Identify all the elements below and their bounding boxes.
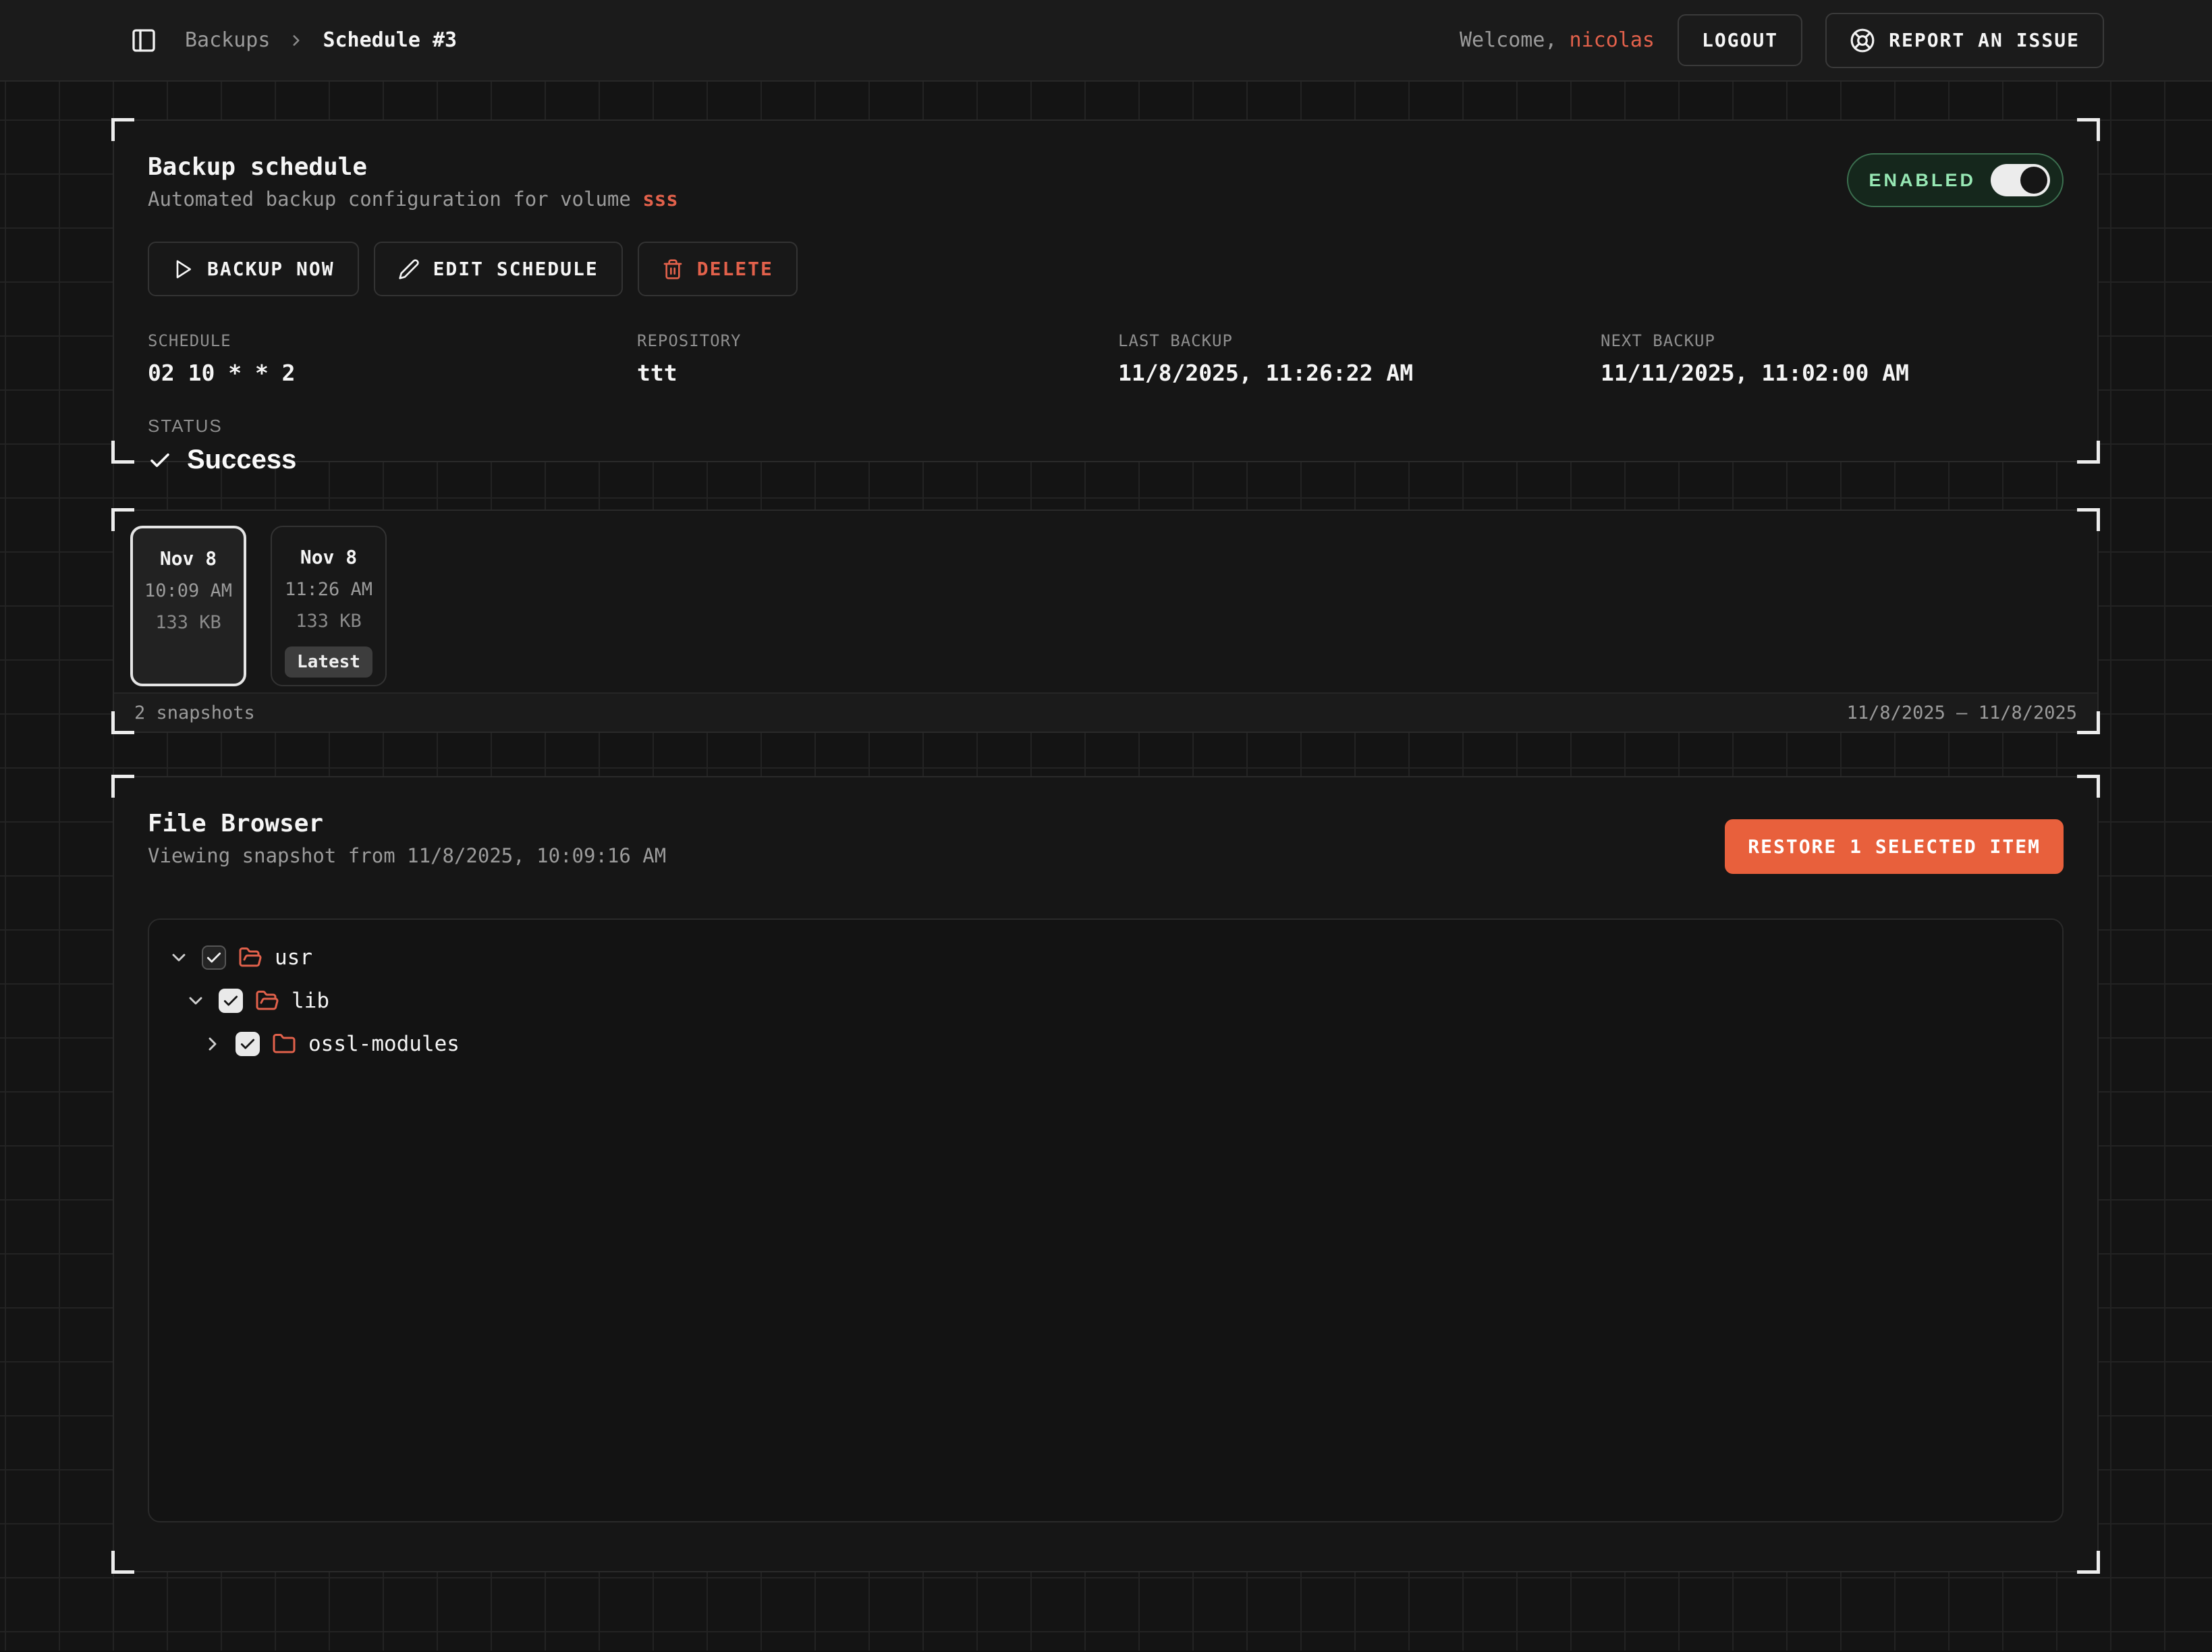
restore-selected-button[interactable]: RESTORE 1 SELECTED ITEM — [1725, 819, 2064, 874]
corner-bracket — [111, 1551, 134, 1574]
tree-label: usr — [275, 945, 312, 970]
backup-now-label: BACKUP NOW — [207, 258, 335, 280]
corner-bracket — [2077, 1551, 2100, 1574]
folder-open-icon — [238, 945, 262, 970]
checkbox-usr[interactable] — [202, 945, 226, 970]
field-label: SCHEDULE — [148, 331, 637, 350]
snapshots-footer: 2 snapshots 11/8/2025 – 11/8/2025 — [114, 692, 2097, 732]
snapshot-list: Nov 8 10:09 AM 133 KB Nov 8 11:26 AM 133… — [114, 511, 2097, 701]
snapshot-size: 133 KB — [155, 612, 221, 633]
tree-label: lib — [292, 989, 329, 1013]
snapshot-time: 10:09 AM — [144, 580, 232, 601]
corner-bracket — [2077, 775, 2100, 798]
schedule-actions: BACKUP NOW EDIT SCHEDULE DELETE — [148, 242, 2064, 296]
snapshots-section: Nov 8 10:09 AM 133 KB Nov 8 11:26 AM 133… — [113, 510, 2099, 733]
report-issue-button[interactable]: REPORT AN ISSUE — [1825, 13, 2104, 68]
logout-button[interactable]: LOGOUT — [1678, 14, 1802, 66]
tree-label: ossl-modules — [308, 1032, 460, 1056]
welcome-text: Welcome, nicolas — [1460, 28, 1655, 52]
snapshot-size: 133 KB — [296, 611, 362, 632]
panel-left-icon — [130, 27, 157, 54]
folder-icon — [272, 1032, 296, 1056]
field-schedule: SCHEDULE 02 10 * * 2 — [148, 331, 637, 386]
snapshot-date: Nov 8 — [160, 547, 217, 570]
corner-bracket — [111, 775, 134, 798]
folder-open-icon — [255, 989, 279, 1013]
backup-now-button[interactable]: BACKUP NOW — [148, 242, 359, 296]
pencil-icon — [398, 258, 420, 280]
checkbox-lib[interactable] — [219, 989, 243, 1013]
sidebar-toggle-button[interactable] — [128, 25, 159, 56]
status-label: STATUS — [148, 416, 2064, 437]
field-label: LAST BACKUP — [1118, 331, 1601, 350]
file-browser-title: File Browser — [148, 810, 666, 837]
edit-schedule-button[interactable]: EDIT SCHEDULE — [374, 242, 623, 296]
snapshot-time: 11:26 AM — [285, 579, 372, 600]
breadcrumb-current-page: Schedule #3 — [323, 28, 457, 52]
card-subtitle: Automated backup configuration for volum… — [148, 188, 2064, 211]
logout-label: LOGOUT — [1702, 29, 1778, 51]
breadcrumb: Backups Schedule #3 — [185, 28, 457, 52]
toggle-knob — [2020, 167, 2047, 194]
file-browser-card: File Browser Viewing snapshot from 11/8/… — [113, 776, 2099, 1572]
field-next-backup: NEXT BACKUP 11/11/2025, 11:02:00 AM — [1601, 331, 2064, 386]
card-title: Backup schedule — [148, 153, 2064, 181]
report-issue-label: REPORT AN ISSUE — [1889, 29, 2080, 51]
trash-icon — [662, 258, 684, 280]
main-content: Backup schedule Automated backup configu… — [0, 82, 2212, 1651]
lifebuoy-icon — [1850, 28, 1875, 53]
enabled-toggle[interactable] — [1991, 164, 2050, 196]
status-value: Success — [148, 445, 2064, 475]
tree-row-lib[interactable]: lib — [168, 979, 2043, 1022]
tree-row-usr[interactable]: usr — [168, 936, 2043, 979]
corner-bracket — [2077, 441, 2100, 464]
field-value: 02 10 * * 2 — [148, 360, 637, 386]
chevron-down-icon[interactable] — [185, 990, 206, 1012]
field-label: NEXT BACKUP — [1601, 331, 2064, 350]
delete-button[interactable]: DELETE — [638, 242, 798, 296]
tree-row-ossl-modules[interactable]: ossl-modules — [168, 1022, 2043, 1066]
file-browser-subtitle: Viewing snapshot from 11/8/2025, 10:09:1… — [148, 844, 666, 867]
corner-bracket — [111, 441, 134, 464]
corner-bracket — [111, 118, 134, 141]
snapshot-count: 2 snapshots — [134, 703, 255, 723]
enabled-label: ENABLED — [1869, 170, 1976, 191]
corner-bracket — [2077, 118, 2100, 141]
file-tree-panel: usr lib — [148, 918, 2064, 1522]
corner-bracket — [2077, 711, 2100, 734]
enabled-pill: ENABLED — [1847, 153, 2064, 207]
field-value: 11/8/2025, 11:26:22 AM — [1118, 360, 1601, 386]
delete-label: DELETE — [697, 258, 773, 280]
backup-schedule-card: Backup schedule Automated backup configu… — [113, 119, 2099, 462]
play-icon — [172, 258, 194, 280]
field-repository: REPOSITORY ttt — [637, 331, 1118, 386]
volume-name: sss — [642, 188, 678, 211]
corner-bracket — [2077, 508, 2100, 531]
snapshot-card[interactable]: Nov 8 11:26 AM 133 KB Latest — [271, 526, 387, 686]
snapshot-card-selected[interactable]: Nov 8 10:09 AM 133 KB — [130, 526, 246, 686]
latest-badge: Latest — [285, 646, 372, 678]
snapshot-date-range: 11/8/2025 – 11/8/2025 — [1847, 703, 2077, 723]
edit-schedule-label: EDIT SCHEDULE — [433, 258, 599, 280]
field-last-backup: LAST BACKUP 11/8/2025, 11:26:22 AM — [1118, 331, 1601, 386]
status-block: STATUS Success — [148, 416, 2064, 475]
username: nicolas — [1570, 28, 1655, 52]
field-label: REPOSITORY — [637, 331, 1118, 350]
chevron-right-icon — [287, 32, 305, 49]
chevron-right-icon[interactable] — [202, 1033, 223, 1055]
corner-bracket — [111, 711, 134, 734]
corner-bracket — [111, 508, 134, 531]
schedule-fields: SCHEDULE 02 10 * * 2 REPOSITORY ttt LAST… — [148, 331, 2064, 386]
breadcrumb-backups[interactable]: Backups — [185, 28, 270, 52]
top-bar: Backups Schedule #3 Welcome, nicolas LOG… — [0, 0, 2212, 82]
snapshot-date: Nov 8 — [300, 546, 357, 568]
checkbox-ossl-modules[interactable] — [236, 1032, 260, 1056]
field-value: ttt — [637, 360, 1118, 386]
check-icon — [148, 448, 172, 472]
field-value: 11/11/2025, 11:02:00 AM — [1601, 360, 2064, 386]
chevron-down-icon[interactable] — [168, 947, 190, 968]
